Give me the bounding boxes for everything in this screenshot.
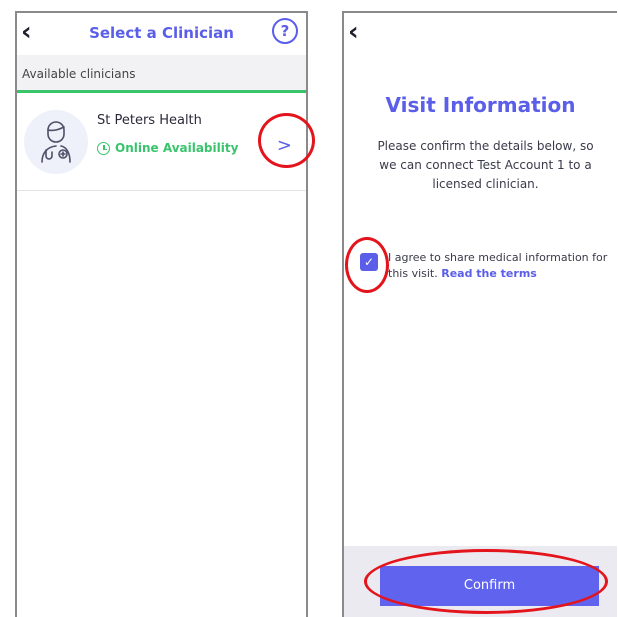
- consent-text: I agree to share medical information for…: [388, 250, 615, 282]
- clinician-screen: ‹ Select a Clinician ? Available clinici…: [15, 11, 308, 617]
- visit-description: Please confirm the details below, so we …: [377, 139, 594, 191]
- help-icon[interactable]: ?: [272, 18, 298, 44]
- availability-status: Online Availability: [97, 141, 238, 155]
- clinician-name: St Peters Health: [97, 113, 202, 128]
- page-title: Visit Information: [385, 93, 576, 117]
- doctor-avatar-icon: [24, 110, 88, 174]
- section-header: Available clinicians: [17, 55, 306, 93]
- availability-label: Online Availability: [115, 141, 239, 155]
- page-title: Select a Clinician: [89, 24, 234, 42]
- terms-link[interactable]: Read the terms: [441, 267, 537, 280]
- visit-information-screen: ‹ Visit Information Please confirm the d…: [342, 11, 617, 617]
- highlight-ring-checkbox: [345, 237, 389, 293]
- clock-icon: [97, 142, 110, 155]
- highlight-ring-chevron: [258, 113, 315, 168]
- back-chevron-icon[interactable]: ‹: [348, 19, 359, 45]
- highlight-ring-confirm: [364, 549, 608, 614]
